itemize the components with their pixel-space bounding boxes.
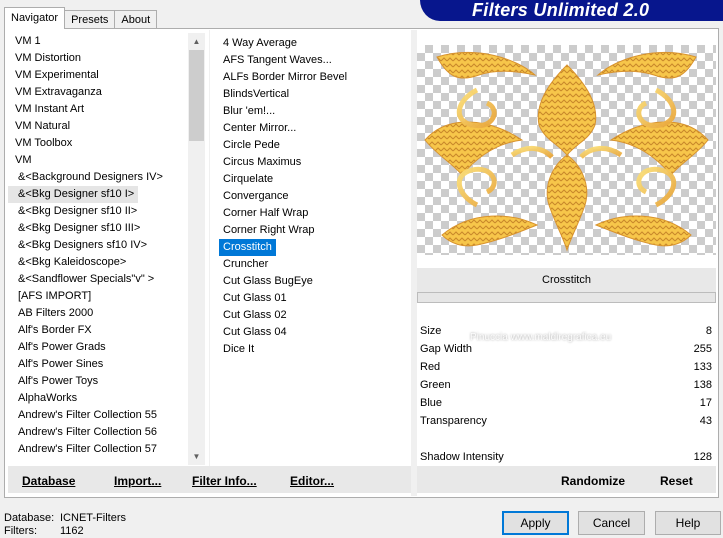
- tab-navigator[interactable]: Navigator: [4, 7, 66, 29]
- filter-item[interactable]: Circus Maximus: [219, 154, 409, 171]
- filter-item[interactable]: Dice It: [219, 341, 409, 358]
- filter-item[interactable]: 4 Way Average: [219, 35, 409, 52]
- param-name: Green: [420, 379, 451, 391]
- category-item[interactable]: &<Bkg Designer sf10 II>: [8, 203, 189, 220]
- filters-label: Filters:: [4, 525, 37, 537]
- reset-button[interactable]: Reset: [660, 474, 693, 488]
- category-item[interactable]: VM Toolbox: [8, 135, 189, 152]
- param-value: 43: [699, 415, 712, 427]
- column-divider: [209, 30, 210, 466]
- filter-item[interactable]: Corner Half Wrap: [219, 205, 409, 222]
- category-item[interactable]: Alf's Border FX: [8, 322, 189, 339]
- category-scrollbar[interactable]: ▲ ▼: [188, 33, 205, 465]
- param-row[interactable]: Red 133: [417, 358, 716, 376]
- category-item[interactable]: AlphaWorks: [8, 390, 189, 407]
- filter-item[interactable]: Cut Glass 02: [219, 307, 409, 324]
- crosstitch-preview-graphic: [424, 51, 709, 252]
- tab-bar: Navigator Presets About: [4, 7, 158, 29]
- param-row[interactable]: Blue 17: [417, 394, 716, 412]
- category-item[interactable]: VM Distortion: [8, 50, 189, 67]
- scroll-up-icon[interactable]: ▲: [188, 33, 205, 50]
- category-item[interactable]: Alf's Power Toys: [8, 373, 189, 390]
- left-action-bar: Database Import... Filter Info... Editor…: [8, 466, 411, 493]
- category-item[interactable]: &<Bkg Kaleidoscope>: [8, 254, 189, 271]
- param-name: Blue: [420, 397, 443, 409]
- category-item[interactable]: VM Instant Art: [8, 101, 189, 118]
- apply-button[interactable]: Apply: [502, 511, 569, 535]
- scroll-thumb[interactable]: [189, 50, 204, 141]
- progress-bar: [417, 292, 716, 303]
- filter-item[interactable]: Center Mirror...: [219, 120, 409, 137]
- param-row[interactable]: Shadow Intensity 128: [417, 448, 716, 466]
- tab-about[interactable]: About: [114, 10, 158, 29]
- param-row[interactable]: Transparency 43: [417, 412, 716, 430]
- param-row[interactable]: Green 138: [417, 376, 716, 394]
- param-value: 8: [705, 325, 712, 337]
- param-value: 17: [699, 397, 712, 409]
- watermark-text: Pinuccia www.maldiregrafica.eu: [470, 332, 612, 343]
- filter-info-button[interactable]: Filter Info...: [192, 474, 257, 488]
- parameter-list: Size 8 Gap Width 255 Red 133 Green 138 Blue 17 Tra…: [417, 322, 716, 466]
- category-item[interactable]: VM Natural: [8, 118, 189, 135]
- filter-item[interactable]: Cut Glass 04: [219, 324, 409, 341]
- param-value: 133: [693, 361, 712, 373]
- filter-item[interactable]: ALFs Border Mirror Bevel: [219, 69, 409, 86]
- filters-value: 1162: [60, 525, 84, 537]
- category-item[interactable]: Alf's Power Grads: [8, 339, 189, 356]
- category-item[interactable]: Alf's Power Sines: [8, 356, 189, 373]
- category-item[interactable]: VM: [8, 152, 189, 169]
- category-item[interactable]: [AFS IMPORT]: [8, 288, 189, 305]
- category-item[interactable]: VM 1: [8, 33, 189, 50]
- database-label: Database:: [4, 512, 55, 524]
- filter-item[interactable]: Cut Glass 01: [219, 290, 409, 307]
- filter-item[interactable]: BlindsVertical: [219, 86, 409, 103]
- database-value: ICNET-Filters: [60, 512, 126, 524]
- filter-item[interactable]: Circle Pede: [219, 137, 409, 154]
- param-name: Gap Width: [420, 343, 472, 355]
- editor-button[interactable]: Editor...: [290, 474, 334, 488]
- category-item[interactable]: Andrew's Filter Collection 55: [8, 407, 189, 424]
- category-item[interactable]: Andrew's Filter Collection 57: [8, 441, 189, 458]
- category-item[interactable]: AB Filters 2000: [8, 305, 189, 322]
- scroll-down-icon[interactable]: ▼: [188, 448, 205, 465]
- category-item[interactable]: &<Bkg Designers sf10 IV>: [8, 237, 189, 254]
- import-button[interactable]: Import...: [114, 474, 161, 488]
- param-value: 138: [693, 379, 712, 391]
- filter-item[interactable]: Cut Glass BugEye: [219, 273, 409, 290]
- category-item[interactable]: &<Background Designers IV>: [8, 169, 189, 186]
- category-item[interactable]: VM Experimental: [8, 67, 189, 84]
- selected-filter-name: Crosstitch: [417, 268, 716, 292]
- param-value: 255: [693, 343, 712, 355]
- filter-item[interactable]: Corner Right Wrap: [219, 222, 409, 239]
- category-item[interactable]: &<Bkg Designer sf10 III>: [8, 220, 189, 237]
- filter-item[interactable]: Convergance: [219, 188, 409, 205]
- app-banner: Filters Unlimited 2.0: [420, 0, 723, 21]
- randomize-button[interactable]: Randomize: [561, 474, 625, 488]
- param-name: Transparency: [420, 415, 487, 427]
- category-item[interactable]: VM Extravaganza: [8, 84, 189, 101]
- filter-item[interactable]: Cirquelate: [219, 171, 409, 188]
- param-name: Shadow Intensity: [420, 451, 504, 463]
- filter-item[interactable]: Crosstitch: [219, 239, 276, 256]
- database-button[interactable]: Database: [22, 474, 75, 488]
- cancel-button[interactable]: Cancel: [578, 511, 645, 535]
- filter-list[interactable]: 4 Way Average AFS Tangent Waves... ALFs Bo…: [219, 35, 409, 465]
- filter-item[interactable]: AFS Tangent Waves...: [219, 52, 409, 69]
- param-name: Size: [420, 325, 442, 337]
- param-name: Red: [420, 361, 441, 373]
- category-item[interactable]: &<Sandflower Specials"v" >: [8, 271, 189, 288]
- category-item[interactable]: &<Bkg Designer sf10 I>: [8, 186, 139, 203]
- preview-image: [417, 45, 716, 255]
- param-spacer: [417, 430, 716, 448]
- category-list[interactable]: VM 1 VM Distortion VM Experimental VM Extra…: [8, 33, 189, 465]
- help-button[interactable]: Help: [655, 511, 721, 535]
- filter-item[interactable]: Blur 'em!...: [219, 103, 409, 120]
- filter-item[interactable]: Cruncher: [219, 256, 409, 273]
- category-item[interactable]: Andrew's Filter Collection 56: [8, 424, 189, 441]
- right-action-bar: Randomize Reset: [417, 466, 716, 493]
- app-title: Filters Unlimited 2.0: [472, 0, 650, 20]
- param-value: 128: [693, 451, 712, 463]
- tab-presets[interactable]: Presets: [64, 10, 116, 29]
